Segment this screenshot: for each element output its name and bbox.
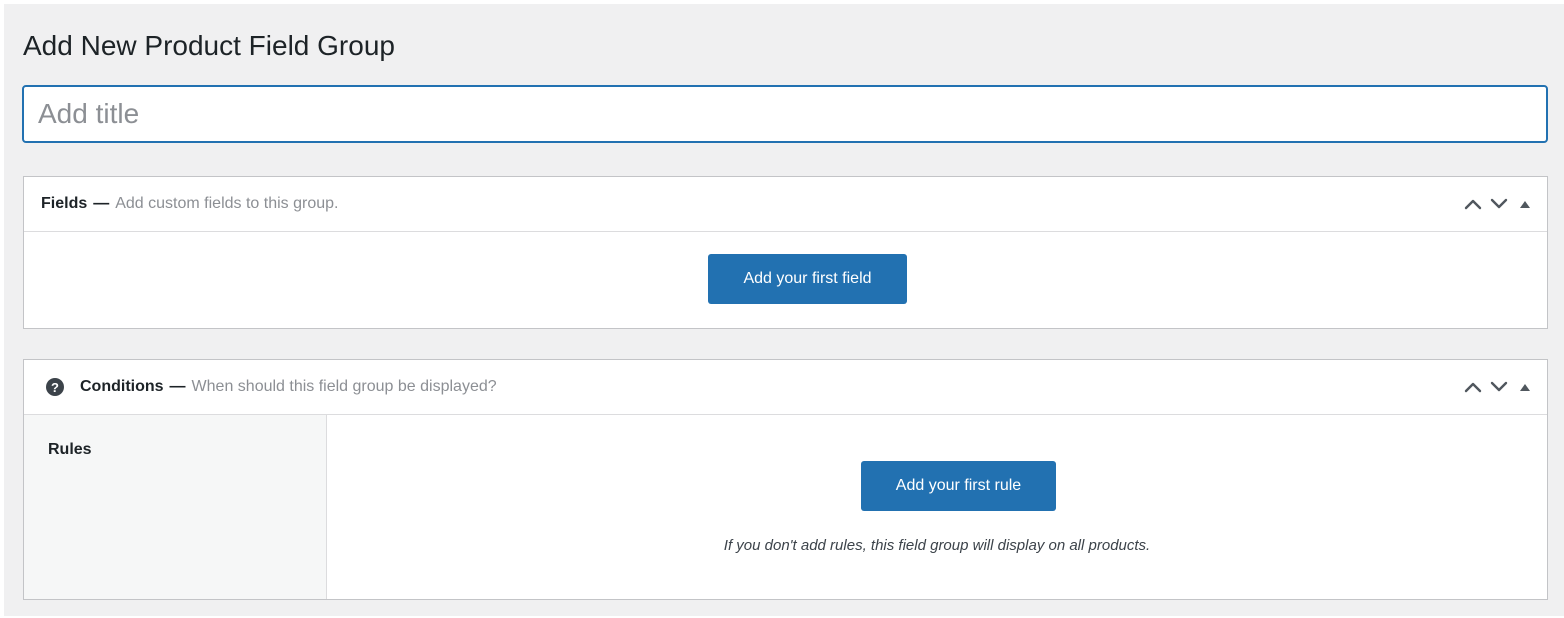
rules-label-column: Rules [24, 415, 327, 599]
conditions-header-actions [1459, 360, 1539, 414]
chevron-down-icon [1490, 198, 1508, 209]
add-first-rule-button[interactable]: Add your first rule [861, 461, 1056, 511]
conditions-move-up-button[interactable] [1461, 372, 1485, 402]
fields-postbox: Fields — Add custom fields to this group… [23, 176, 1548, 329]
conditions-postbox-body: Rules Add your first rule If you don't a… [24, 415, 1547, 599]
add-first-field-button[interactable]: Add your first field [708, 254, 907, 304]
rules-content: Add your first rule If you don't add rul… [327, 415, 1547, 599]
chevron-up-icon [1464, 199, 1482, 210]
conditions-description: When should this field group be displaye… [191, 378, 497, 395]
triangle-up-icon [1520, 384, 1530, 391]
conditions-title: Conditions [80, 378, 164, 395]
fields-move-up-button[interactable] [1461, 189, 1485, 219]
fields-title-separator: — [93, 195, 110, 212]
fields-postbox-header: Fields — Add custom fields to this group… [24, 177, 1547, 232]
question-circle-icon[interactable]: ? [46, 378, 64, 396]
rules-note: If you don't add rules, this field group… [723, 537, 1151, 554]
chevron-up-icon [1464, 382, 1482, 393]
fields-header-actions [1459, 177, 1539, 231]
conditions-toggle-button[interactable] [1511, 372, 1539, 402]
fields-title: Fields [41, 195, 88, 212]
fields-description: Add custom fields to this group. [115, 195, 339, 212]
rules-label: Rules [48, 441, 92, 458]
page-container: Add New Product Field Group Fields — Add… [4, 4, 1564, 616]
fields-move-down-button[interactable] [1487, 189, 1511, 219]
fields-toggle-button[interactable] [1511, 189, 1539, 219]
conditions-postbox-header: ? Conditions — When should this field gr… [24, 360, 1547, 415]
title-input[interactable] [22, 85, 1548, 143]
page-title: Add New Product Field Group [23, 30, 395, 61]
fields-postbox-body: Add your first field [24, 232, 1547, 328]
conditions-title-separator: — [169, 378, 186, 395]
chevron-down-icon [1490, 381, 1508, 392]
conditions-move-down-button[interactable] [1487, 372, 1511, 402]
triangle-up-icon [1520, 201, 1530, 208]
conditions-postbox: ? Conditions — When should this field gr… [23, 359, 1548, 600]
